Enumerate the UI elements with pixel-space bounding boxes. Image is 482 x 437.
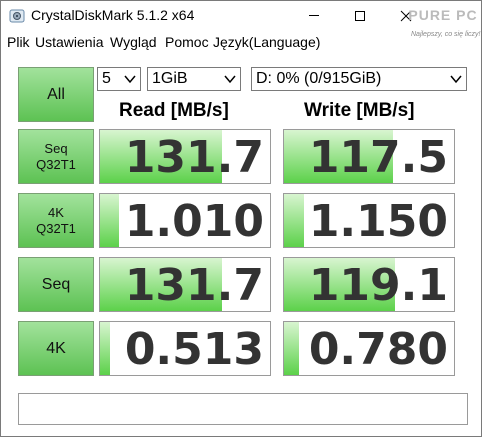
- drive-value: D: 0% (0/915GiB): [256, 70, 382, 87]
- seq-q32t1-button[interactable]: Seq Q32T1: [18, 129, 94, 184]
- 4k-q32t1-button[interactable]: 4K Q32T1: [18, 193, 94, 248]
- app-icon: [9, 9, 25, 23]
- write-header: Write [MB/s]: [304, 100, 415, 121]
- menu-file[interactable]: Plik: [7, 34, 30, 50]
- minimize-icon: [309, 15, 319, 16]
- 4k-button[interactable]: 4K: [18, 321, 94, 376]
- chevron-down-icon: [224, 75, 236, 84]
- 4k-q32t1-write-result: 1.150: [283, 193, 455, 248]
- result-value: 1.010: [124, 196, 264, 247]
- seq-write-result: 119.1: [283, 257, 455, 312]
- test-count-value: 5: [102, 70, 111, 87]
- seq-read-result: 131.7: [99, 257, 271, 312]
- test-size-value: 1GiB: [152, 70, 188, 87]
- row-label-line1: 4K: [46, 339, 66, 357]
- menu-language[interactable]: Język(Language): [213, 34, 320, 50]
- run-all-button[interactable]: All: [18, 67, 94, 122]
- result-value: 0.513: [124, 324, 264, 375]
- comment-input[interactable]: [18, 393, 468, 425]
- result-value: 0.780: [308, 324, 448, 375]
- 4k-write-result: 0.780: [283, 321, 455, 376]
- drive-select[interactable]: D: 0% (0/915GiB): [251, 67, 467, 91]
- maximize-button[interactable]: [337, 1, 383, 31]
- window-title: CrystalDiskMark 5.1.2 x64: [31, 7, 195, 23]
- watermark-logo: PURE PC Najlepszy, co się liczy!: [405, 3, 481, 47]
- read-header: Read [MB/s]: [119, 100, 229, 121]
- minimize-button[interactable]: [291, 1, 337, 31]
- title-bar: CrystalDiskMark 5.1.2 x64 PURE PC Najlep…: [1, 1, 481, 38]
- result-bar: [100, 194, 119, 247]
- watermark-label: PURE PC: [408, 7, 478, 23]
- app-window: CrystalDiskMark 5.1.2 x64 PURE PC Najlep…: [0, 0, 482, 437]
- result-bar: [284, 194, 305, 247]
- chevron-down-icon: [450, 75, 462, 84]
- result-value: 131.7: [124, 260, 264, 311]
- row-label-line1: Seq: [44, 140, 68, 156]
- row-label-line1: 4K: [48, 204, 64, 220]
- row-label-line2: Q32T1: [36, 220, 76, 236]
- watermark-slogan: Najlepszy, co się liczy!: [411, 31, 481, 38]
- seq-q32t1-read-result: 131.7: [99, 129, 271, 184]
- seq-q32t1-write-result: 117.5: [283, 129, 455, 184]
- result-value: 1.150: [308, 196, 448, 247]
- row-label-line1: Seq: [41, 275, 71, 293]
- result-value: 117.5: [308, 132, 448, 183]
- result-value: 131.7: [124, 132, 264, 183]
- 4k-read-result: 0.513: [99, 321, 271, 376]
- menu-view[interactable]: Wygląd: [110, 34, 157, 50]
- seq-button[interactable]: Seq: [18, 257, 94, 312]
- test-size-select[interactable]: 1GiB: [147, 67, 241, 91]
- menu-settings[interactable]: Ustawienia: [35, 34, 103, 50]
- chevron-down-icon: [124, 75, 136, 84]
- result-bar: [284, 322, 300, 375]
- result-bar: [100, 322, 111, 375]
- maximize-icon: [355, 11, 365, 21]
- 4k-q32t1-read-result: 1.010: [99, 193, 271, 248]
- row-label-line2: Q32T1: [36, 156, 76, 172]
- result-value: 119.1: [308, 260, 448, 311]
- menu-help[interactable]: Pomoc: [165, 34, 209, 50]
- test-count-select[interactable]: 5: [97, 67, 141, 91]
